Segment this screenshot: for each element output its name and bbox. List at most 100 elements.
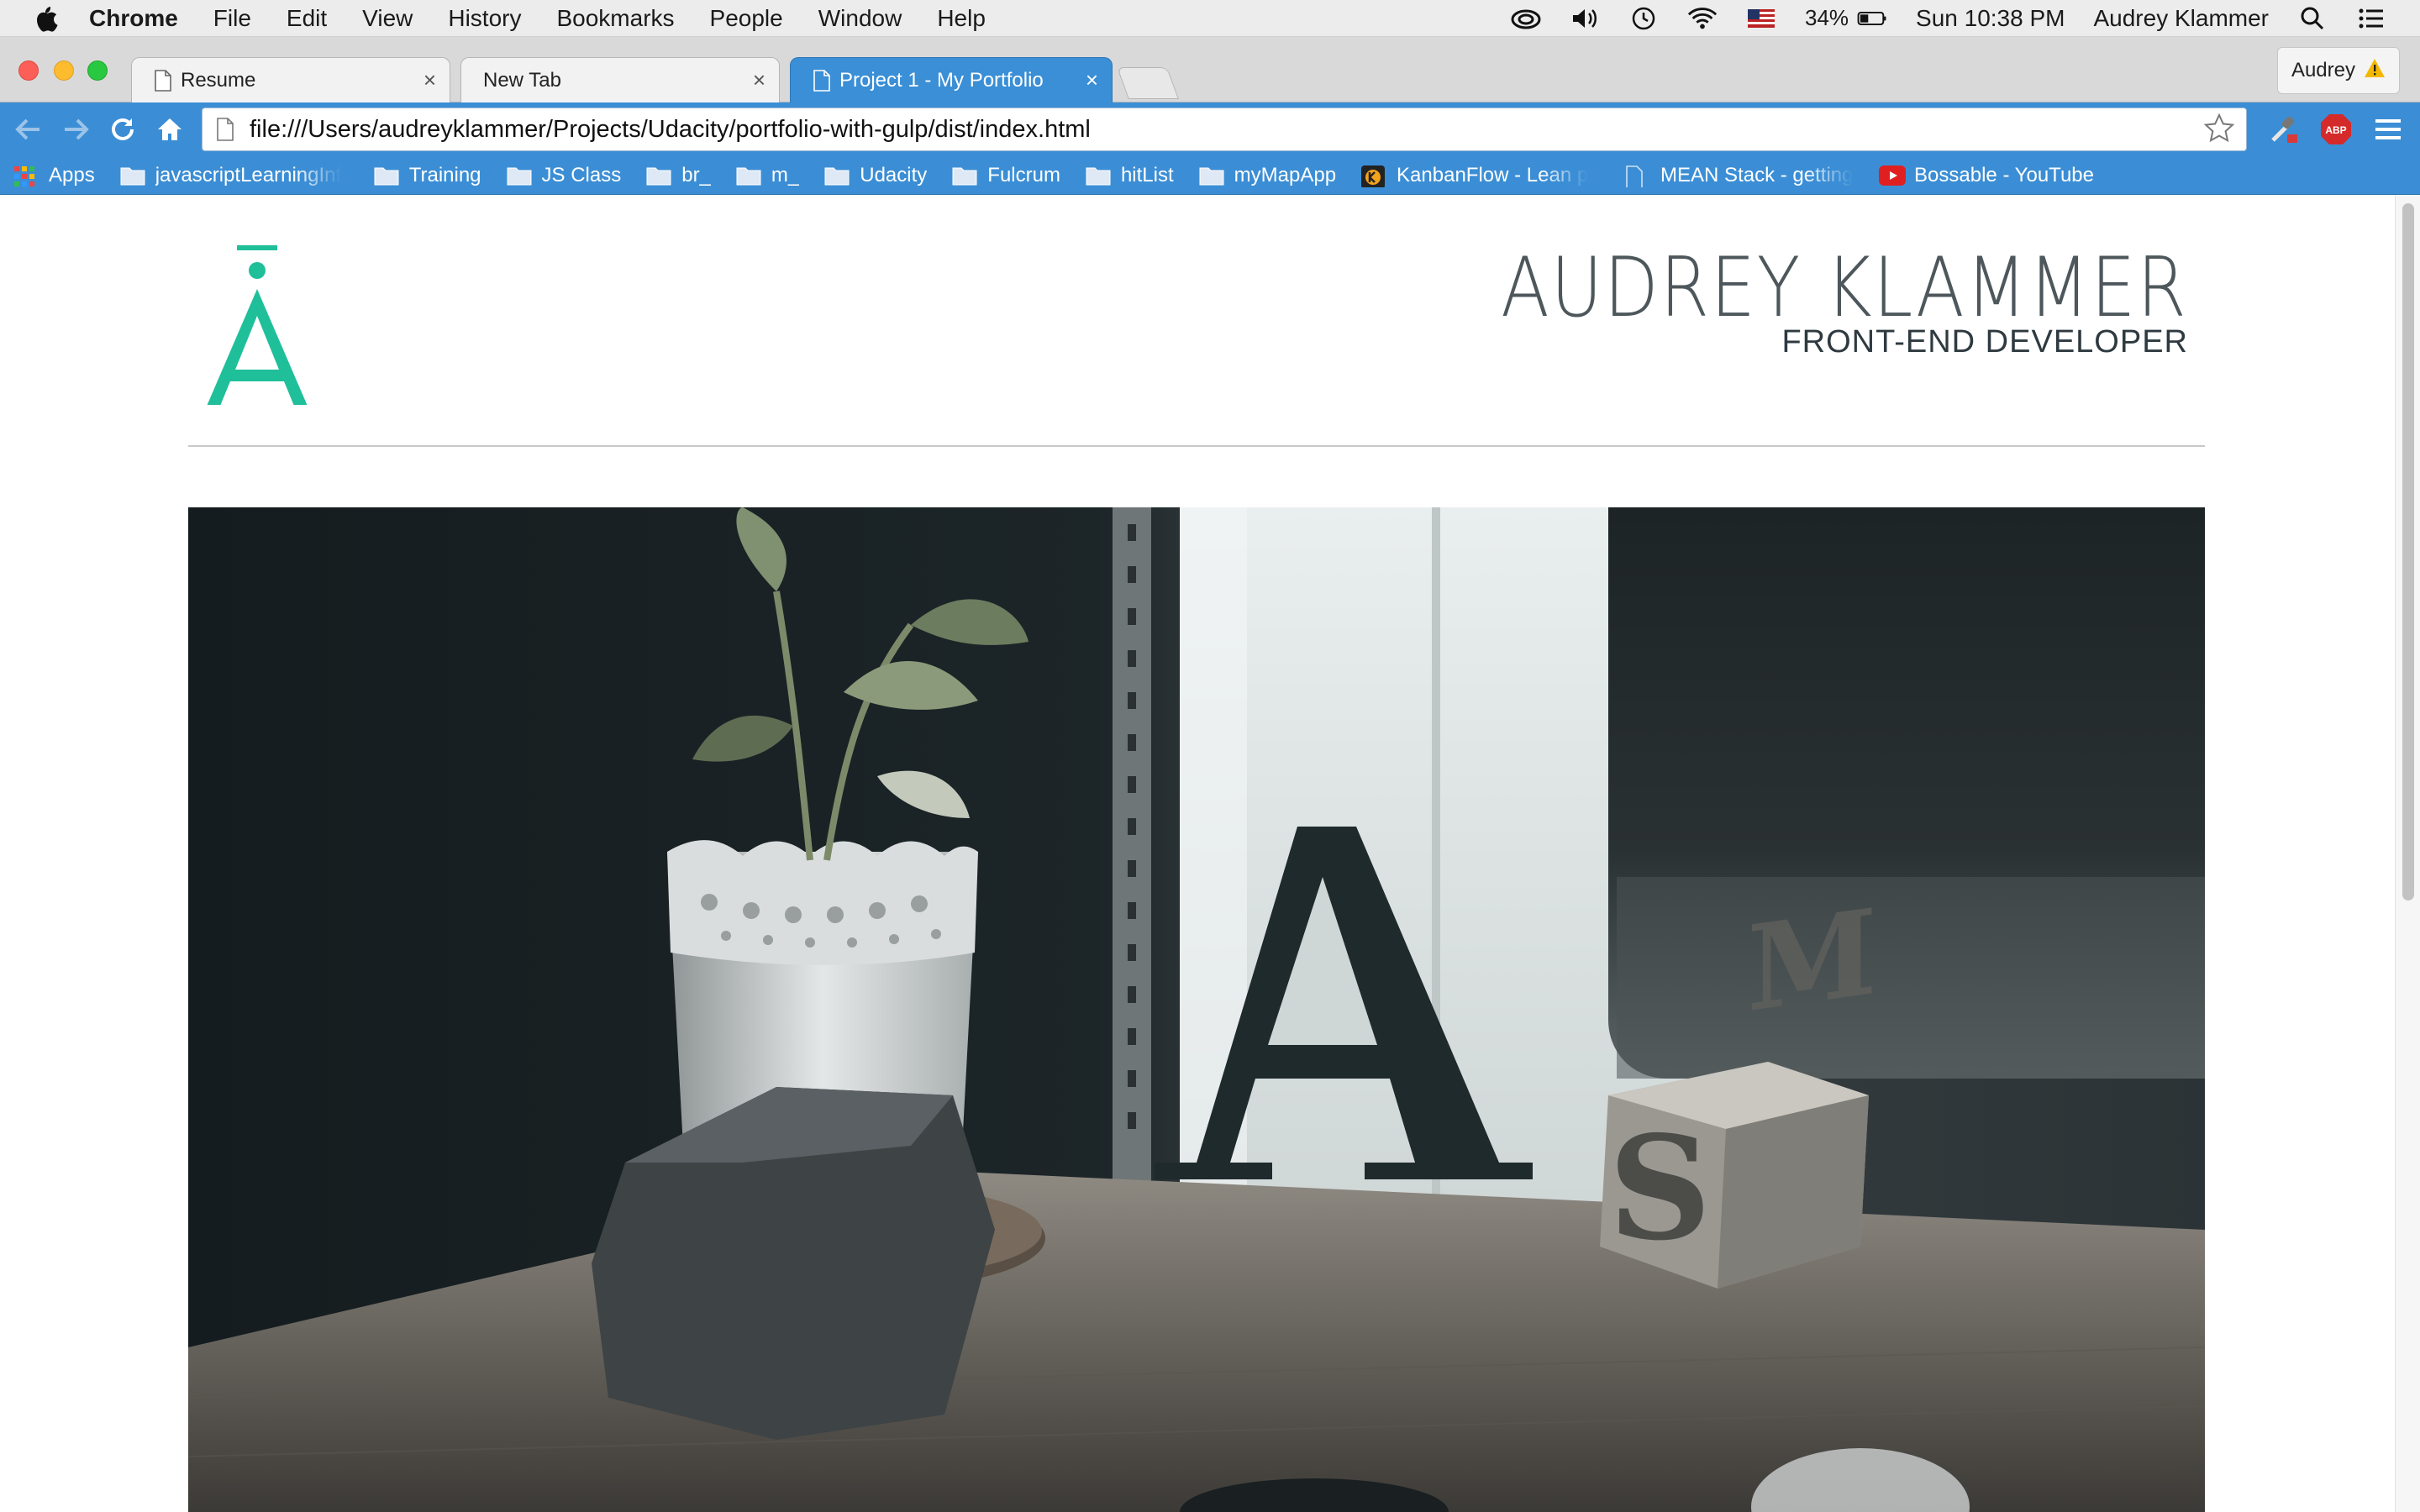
- menu-view[interactable]: View: [362, 5, 413, 32]
- menu-window[interactable]: Window: [818, 5, 902, 32]
- folder-icon: [952, 165, 977, 186]
- warning-icon: [2364, 58, 2386, 84]
- bookmark-label: Udacity: [860, 163, 928, 186]
- menu-app-name[interactable]: Chrome: [89, 5, 178, 32]
- bookmark-bossable-youtube[interactable]: Bossable - YouTube: [1879, 164, 2094, 187]
- bookmark-label: Bossable - YouTube: [1914, 163, 2094, 186]
- close-window-button[interactable]: [18, 60, 39, 81]
- forward-button[interactable]: [55, 109, 96, 150]
- new-tab-button[interactable]: [1117, 67, 1179, 99]
- bookmark-label: javascriptLearningInf: [155, 163, 342, 186]
- bookmark-kanbanflow[interactable]: KanbanFlow - Lean p: [1361, 164, 1600, 187]
- menu-people[interactable]: People: [710, 5, 783, 32]
- folder-icon: [120, 165, 145, 186]
- reload-button[interactable]: [103, 109, 143, 150]
- svg-text:S: S: [1608, 1105, 1712, 1273]
- site-owner-name: AUDREY KLAMMER: [1501, 240, 2188, 336]
- folder-icon: [646, 165, 671, 186]
- macos-menubar: Chrome File Edit View History Bookmarks …: [0, 0, 2420, 37]
- apps-grid-icon: [13, 165, 39, 186]
- wifi-icon[interactable]: [1687, 6, 1718, 31]
- bookmark-label: m_: [771, 163, 800, 186]
- folder-icon: [736, 165, 761, 186]
- folder-icon: [374, 165, 399, 186]
- zoom-window-button[interactable]: [87, 60, 108, 81]
- battery-icon[interactable]: [1857, 6, 1887, 31]
- volume-icon[interactable]: [1570, 6, 1600, 31]
- menu-help[interactable]: Help: [937, 5, 986, 32]
- menu-edit[interactable]: Edit: [287, 5, 327, 32]
- tab-new-tab[interactable]: New Tab ×: [460, 57, 780, 102]
- site-logo[interactable]: [202, 245, 319, 410]
- back-button[interactable]: [8, 109, 49, 150]
- bookmark-folder-hitlist[interactable]: hitList: [1086, 164, 1174, 187]
- bookmark-apps[interactable]: Apps: [13, 164, 95, 187]
- close-tab-icon[interactable]: ×: [1086, 67, 1098, 93]
- menu-file[interactable]: File: [213, 5, 251, 32]
- home-button[interactable]: [150, 109, 190, 150]
- kanbanflow-icon: [1361, 165, 1386, 187]
- bookmark-folder-br[interactable]: br_: [646, 164, 711, 187]
- spotlight-search-icon[interactable]: [2297, 6, 2328, 31]
- address-bar[interactable]: file:///Users/audreyklammer/Projects/Uda…: [202, 108, 2247, 151]
- svg-text:ABP: ABP: [2325, 124, 2346, 136]
- time-machine-icon[interactable]: [1628, 6, 1659, 31]
- svg-text:M: M: [1747, 883, 1877, 1039]
- notification-center-icon[interactable]: [2356, 6, 2386, 31]
- bookmark-label: Apps: [49, 163, 95, 186]
- close-tab-icon[interactable]: ×: [424, 67, 436, 93]
- page-icon: [813, 69, 831, 92]
- color-picker-extension-icon[interactable]: [2267, 113, 2301, 146]
- tab-label: New Tab: [483, 68, 561, 92]
- user-menu[interactable]: Audrey Klammer: [2093, 5, 2269, 32]
- folder-icon: [507, 165, 532, 186]
- bookmark-label: hitList: [1120, 163, 1174, 186]
- bookmark-star-icon[interactable]: [2203, 113, 2235, 146]
- bookmark-folder-mymapapp[interactable]: myMapApp: [1199, 164, 1336, 187]
- close-tab-icon[interactable]: ×: [753, 67, 765, 93]
- bookmark-label: Training: [408, 163, 481, 186]
- bookmark-mean-stack[interactable]: MEAN Stack - getting: [1625, 164, 1854, 187]
- tab-project-portfolio[interactable]: Project 1 - My Portfolio ×: [790, 57, 1113, 102]
- apple-menu-icon[interactable]: [32, 4, 60, 33]
- hero-image: S M: [188, 507, 2205, 1512]
- creative-cloud-icon[interactable]: [1511, 6, 1541, 31]
- clock[interactable]: Sun 10:38 PM: [1916, 5, 2065, 32]
- bookmark-folder-js-class[interactable]: JS Class: [507, 163, 622, 187]
- profile-name: Audrey: [2291, 59, 2355, 81]
- bookmark-label: KanbanFlow - Lean p: [1397, 163, 1589, 186]
- bookmark-folder-training[interactable]: Training: [374, 164, 481, 187]
- bookmarks-bar: Apps javascriptLearningInf Training JS C…: [0, 156, 2420, 195]
- bookmark-folder-fulcrum[interactable]: Fulcrum: [952, 164, 1060, 187]
- bookmark-label: MEAN Stack - getting: [1660, 163, 1854, 186]
- menu-bookmarks[interactable]: Bookmarks: [556, 5, 674, 32]
- bookmark-label: myMapApp: [1234, 163, 1337, 186]
- tab-resume[interactable]: Resume ×: [131, 57, 450, 102]
- bookmark-folder-m[interactable]: m_: [736, 164, 799, 187]
- bookmark-label: br_: [681, 163, 711, 186]
- chrome-menu-icon[interactable]: [2371, 113, 2405, 146]
- browser-toolbar: file:///Users/audreyklammer/Projects/Uda…: [0, 102, 2420, 156]
- page-scrollbar[interactable]: [2395, 195, 2420, 1512]
- url-text[interactable]: file:///Users/audreyklammer/Projects/Uda…: [250, 116, 1091, 144]
- us-flag-icon[interactable]: [1746, 6, 1776, 31]
- header-divider: [188, 445, 2205, 447]
- site-owner-role: FRONT-END DEVELOPER: [1781, 324, 2188, 360]
- menu-history[interactable]: History: [448, 5, 521, 32]
- bookmark-label: JS Class: [541, 163, 622, 186]
- scrollbar-thumb[interactable]: [2402, 203, 2414, 900]
- bookmark-folder-javascriptlearninginf[interactable]: javascriptLearningInf: [120, 164, 349, 187]
- tab-strip: Resume × New Tab × Project 1 - My Portfo…: [0, 37, 2420, 102]
- adblock-plus-icon[interactable]: ABP: [2319, 113, 2353, 146]
- bookmark-label: Fulcrum: [987, 163, 1060, 186]
- tab-label: Resume: [181, 68, 256, 92]
- page-icon: [154, 69, 172, 92]
- profile-button[interactable]: Audrey: [2276, 47, 2400, 94]
- folder-icon: [1086, 165, 1111, 186]
- page-icon: [216, 118, 234, 141]
- bookmark-folder-udacity[interactable]: Udacity: [824, 164, 927, 187]
- minimize-window-button[interactable]: [54, 60, 74, 81]
- youtube-icon: [1879, 165, 1907, 186]
- web-page: AUDREY KLAMMER FRONT-END DEVELOPER S M: [0, 195, 2420, 1512]
- page-icon: [1625, 165, 1650, 187]
